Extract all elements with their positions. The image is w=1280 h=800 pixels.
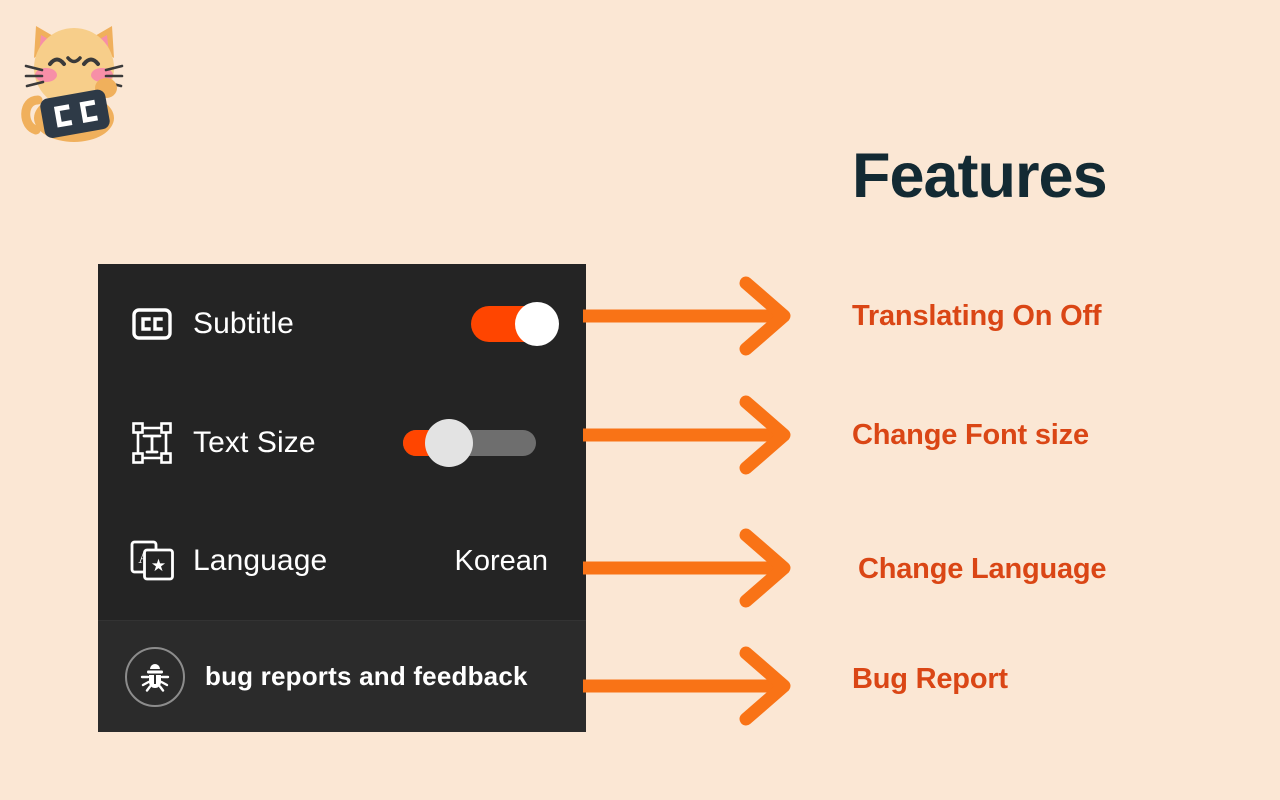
- callout-arrow-2: [583, 528, 791, 608]
- page-title: Features: [852, 141, 1108, 211]
- callout-arrow-1: [583, 395, 791, 475]
- settings-row-text-size[interactable]: Text Size: [98, 383, 586, 502]
- settings-row-subtitle[interactable]: Subtitle: [98, 264, 586, 383]
- text-size-icon: [128, 419, 176, 467]
- slider-knob[interactable]: [425, 418, 473, 467]
- settings-row-label: Subtitle: [193, 306, 294, 340]
- settings-row-label: Language: [193, 544, 328, 577]
- callout-label-change-language: Change Language: [858, 553, 1107, 585]
- callout-arrow-3: [583, 646, 791, 726]
- settings-panel: Subtitle Text Size ★ Language Korean bug…: [98, 264, 586, 732]
- settings-row-bug-reports[interactable]: bug reports and feedback: [98, 620, 586, 732]
- svg-text:★: ★: [151, 556, 166, 575]
- subtitle-toggle[interactable]: [471, 301, 559, 346]
- settings-row-label: Text Size: [193, 425, 316, 459]
- text-size-slider[interactable]: [403, 418, 536, 467]
- callout-arrow-0: [583, 276, 791, 356]
- bug-icon: [125, 646, 185, 707]
- cat-with-cc-sign-mascot: [21, 26, 124, 142]
- settings-rows: Subtitle Text Size ★ Language Korean: [98, 264, 586, 620]
- settings-row-language[interactable]: A ★ Language Korean: [98, 502, 586, 620]
- language-value[interactable]: Korean: [454, 545, 560, 578]
- toggle-knob: [515, 301, 559, 346]
- mascot-logo: [14, 14, 134, 144]
- settings-row-label: bug reports and feedback: [205, 661, 528, 691]
- callout-label-translating-on-off: Translating On Off: [852, 300, 1102, 332]
- closed-caption-icon: [128, 300, 176, 348]
- callout-label-change-font-size: Change Font size: [852, 419, 1089, 451]
- callout-label-bug-report: Bug Report: [852, 663, 1008, 695]
- translate-icon: A ★: [128, 537, 176, 585]
